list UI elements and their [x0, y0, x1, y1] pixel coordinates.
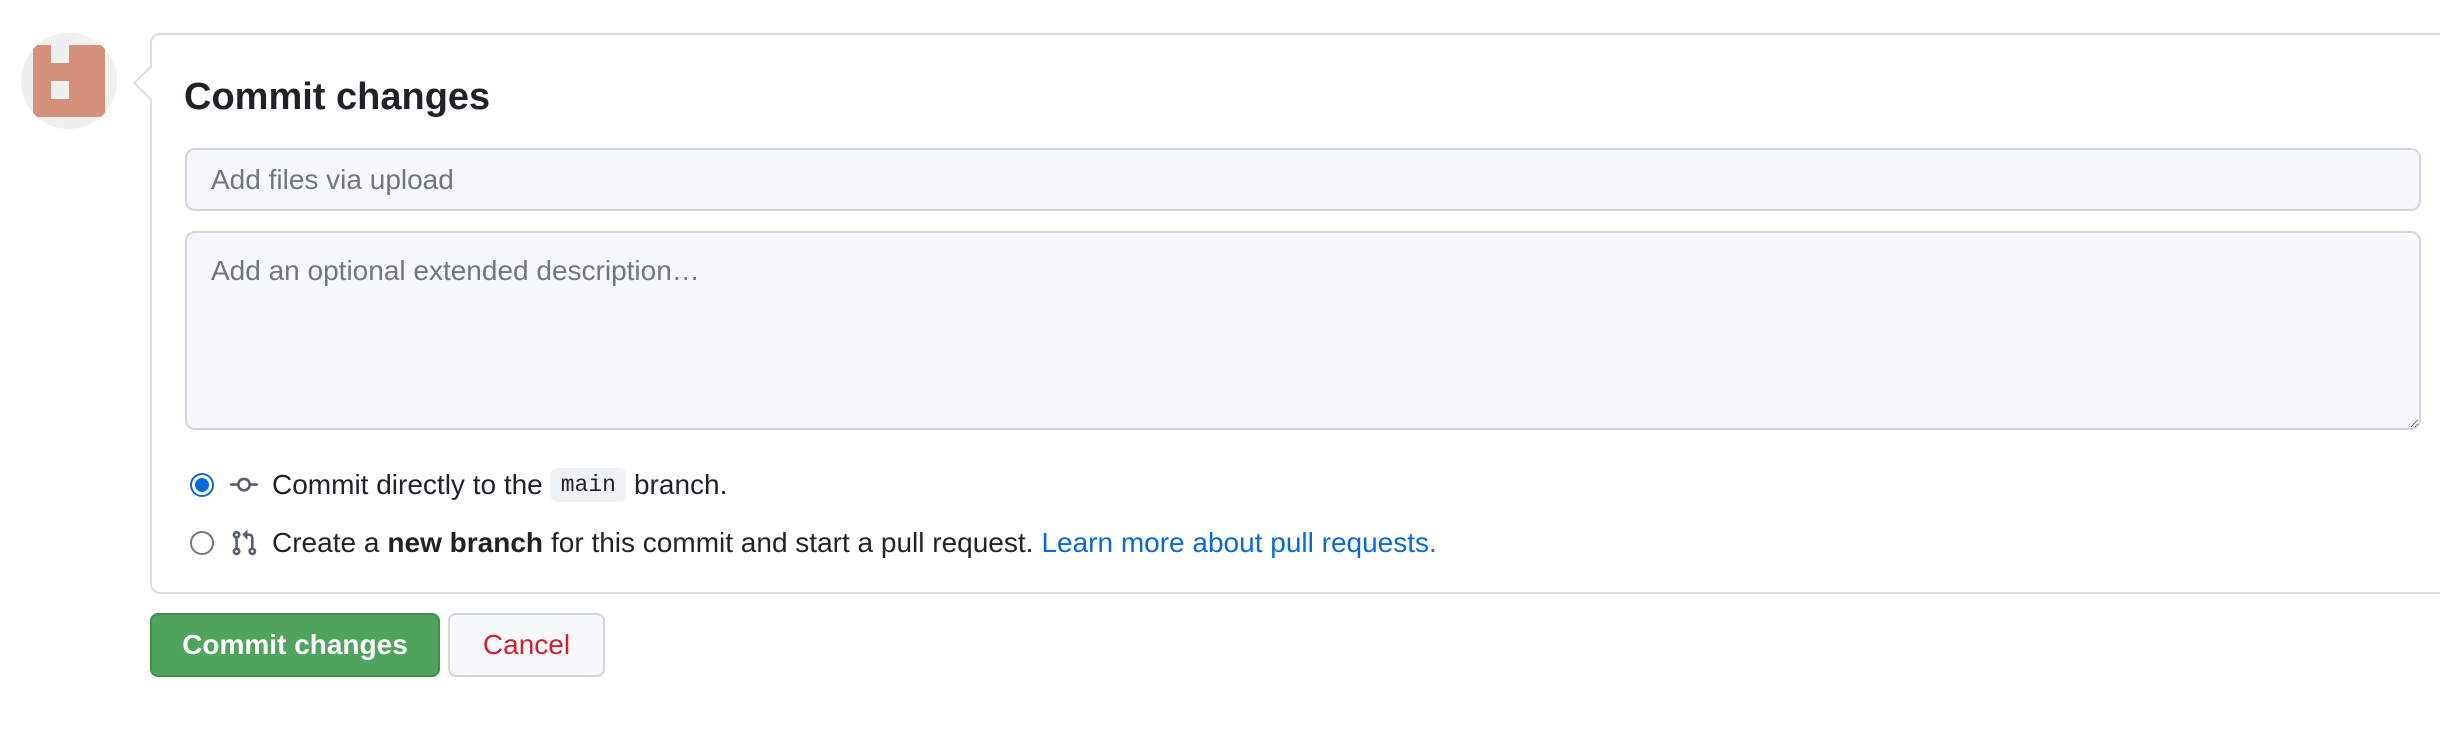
git-commit-icon [228, 469, 260, 501]
commit-summary-input[interactable] [185, 148, 2421, 211]
commit-directly-text-after: branch. [633, 469, 728, 500]
new-branch-text-after: for this commit and start a pull request… [551, 527, 1034, 558]
commit-form-card: Commit changes Commit directly to the ma… [133, 33, 2440, 594]
learn-more-pull-requests-link[interactable]: Learn more about pull requests. [1041, 527, 1436, 559]
branch-name-chip: main [550, 468, 626, 502]
git-pull-request-icon [228, 527, 260, 559]
identicon-image [21, 33, 117, 129]
new-branch-text-before: Create a [272, 527, 380, 558]
card-caret [133, 66, 167, 100]
commit-changes-button[interactable]: Commit changes [150, 613, 440, 677]
new-branch-bold-text: new branch [387, 527, 543, 558]
commit-description-textarea[interactable] [185, 231, 2421, 430]
cancel-button[interactable]: Cancel [448, 613, 605, 677]
user-avatar[interactable] [21, 33, 117, 129]
new-branch-option[interactable]: Create a new branch for this commit and … [190, 523, 1437, 563]
commit-directly-text-before: Commit directly to the [272, 469, 543, 500]
commit-directly-radio[interactable] [190, 473, 214, 497]
commit-directly-option[interactable]: Commit directly to the main branch. [190, 465, 727, 505]
commit-form-title: Commit changes [184, 76, 491, 118]
new-branch-radio[interactable] [190, 531, 214, 555]
